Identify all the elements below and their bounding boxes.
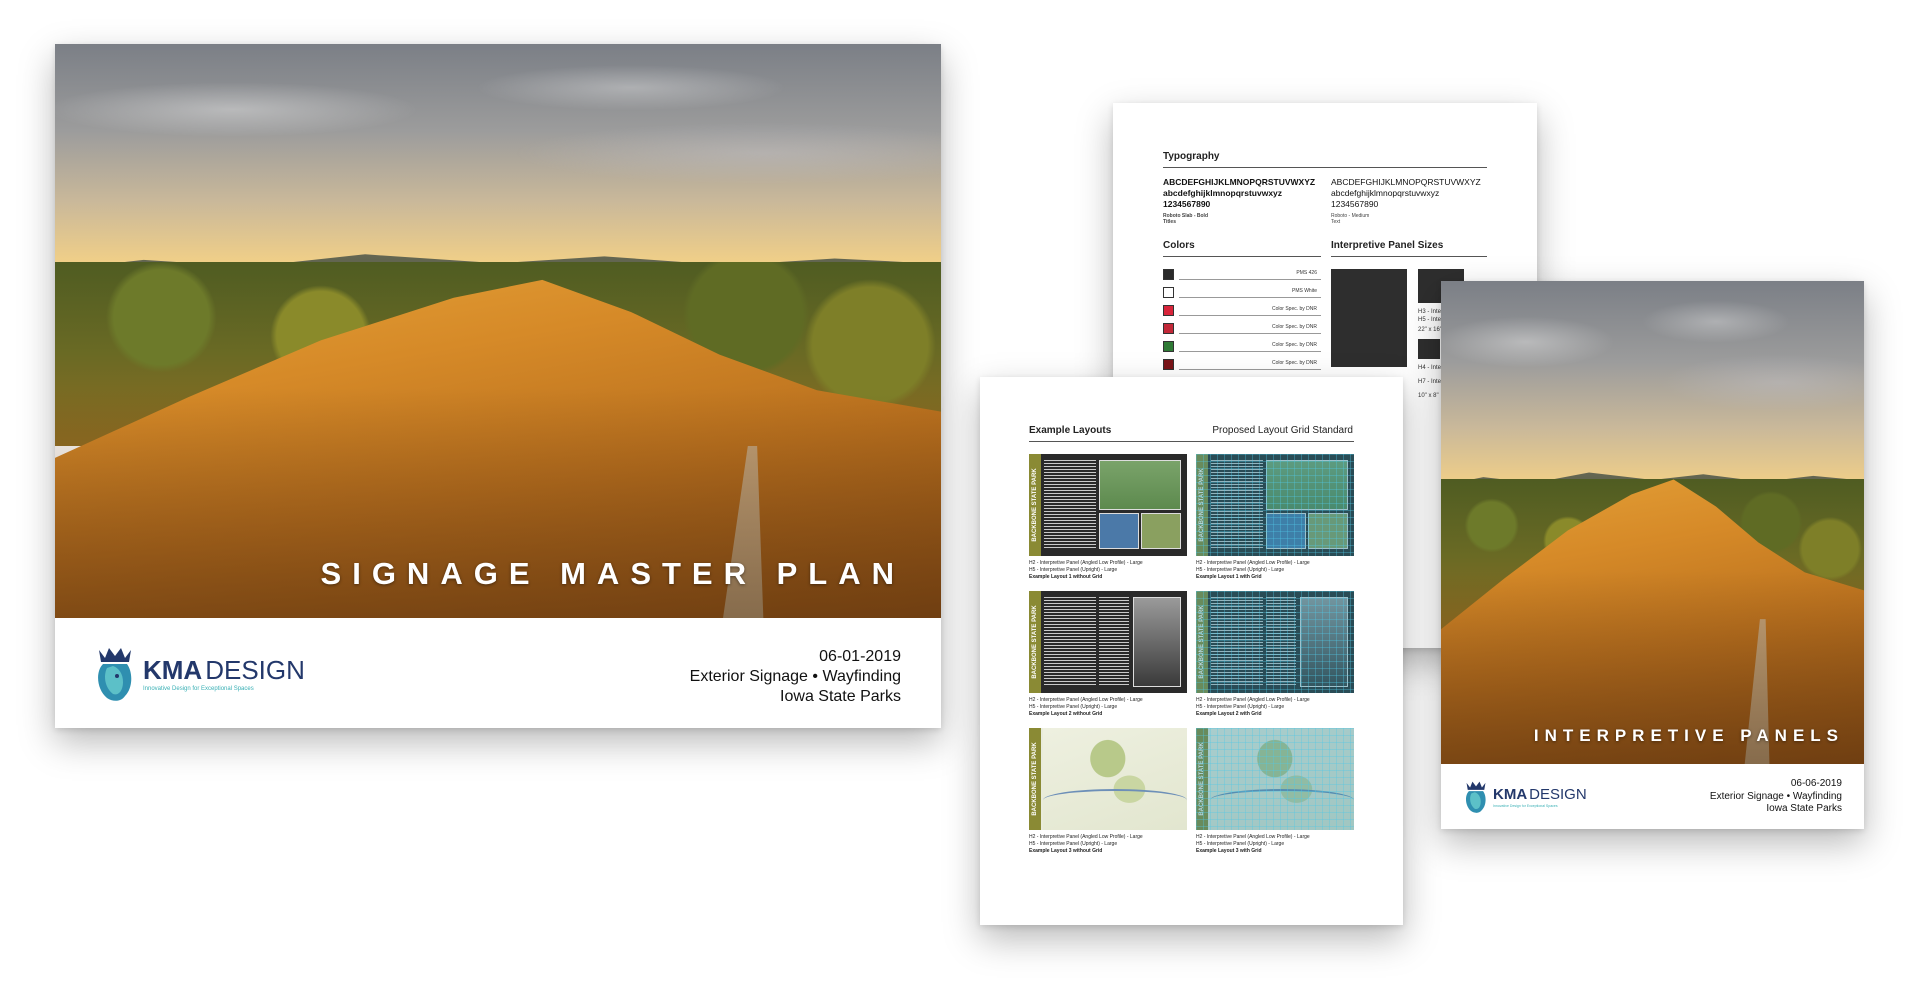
panels-meta: 06-06-2019 Exterior Signage • Wayfinding… <box>1710 778 1842 816</box>
signage-master-plan-cover: SIGNAGE MASTER PLAN KMA DESIGN Innovative… <box>55 44 941 728</box>
cover-landscape-photo <box>55 44 941 618</box>
color-row: Color Spec. by DNR <box>1163 305 1321 319</box>
cover-subtitle: Exterior Signage • Wayfinding <box>689 668 901 685</box>
panel-note: 22" x 16" <box>1418 327 1442 333</box>
colors-heading: Colors <box>1163 240 1195 251</box>
interpretive-panels-cover: INTERPRETIVE PANELS KMA DESIGN Innovative… <box>1441 281 1864 829</box>
lion-crown-icon <box>1465 781 1486 813</box>
layouts-heading: Example Layouts <box>1029 425 1112 436</box>
bird-photo <box>1099 460 1181 510</box>
layout-caption: H2 - Interpretive Panel (Angled Low Prof… <box>1029 834 1143 854</box>
layout-caption: H2 - Interpretive Panel (Angled Low Prof… <box>1029 560 1143 580</box>
bird-photo <box>1099 513 1139 549</box>
panels-client: Iowa State Parks <box>1766 803 1842 814</box>
logo-name-bold: KMA <box>1493 785 1528 803</box>
color-swatch <box>1163 269 1174 280</box>
logo-tagline: Innovative Design for Exceptional Spaces <box>143 685 254 692</box>
layout-thumb-6: BACKBONE STATE PARK <box>1196 728 1354 830</box>
font-sample-slab: ABCDEFGHIJKLMNOPQRSTUVWXYZ abcdefghijklm… <box>1163 177 1316 225</box>
cover-meta: 06-01-2019 Exterior Signage • Wayfinding… <box>690 647 901 707</box>
grid-overlay <box>1196 728 1354 830</box>
color-swatch <box>1163 323 1174 334</box>
layout-caption: H2 - Interpretive Panel (Angled Low Prof… <box>1196 697 1310 717</box>
color-swatch <box>1163 341 1174 352</box>
park-map <box>1043 728 1187 830</box>
logo-name-bold: KMA <box>143 654 203 685</box>
kma-logo: KMA DESIGN Innovative Design for Exceptio… <box>93 644 305 704</box>
panel-size-large <box>1331 269 1407 367</box>
layout-thumb-5: BACKBONE STATE PARK <box>1029 728 1187 830</box>
color-row: Color Spec. by DNR <box>1163 323 1321 337</box>
color-row: PMS White <box>1163 287 1321 301</box>
panel-size-small <box>1418 339 1440 359</box>
layout-caption: H2 - Interpretive Panel (Angled Low Prof… <box>1196 834 1310 854</box>
layout-thumb-1: BACKBONE STATE PARK <box>1029 454 1187 556</box>
example-layouts-page: Example Layouts Proposed Layout Grid Sta… <box>980 377 1403 925</box>
cover-title: SIGNAGE MASTER PLAN <box>320 556 905 591</box>
color-row: PMS 426 <box>1163 269 1321 283</box>
color-swatch <box>1163 359 1174 370</box>
cover-client: Iowa State Parks <box>780 688 901 705</box>
layouts-heading-right: Proposed Layout Grid Standard <box>1212 425 1353 436</box>
logo-name-light: DESIGN <box>1529 785 1587 803</box>
panel-note: 10" x 8" <box>1418 393 1439 399</box>
layout-caption: H2 - Interpretive Panel (Angled Low Prof… <box>1196 560 1310 580</box>
kma-logo: KMA DESIGN Innovative Design for Exceptio… <box>1463 779 1587 815</box>
color-swatch <box>1163 305 1174 316</box>
color-row: Color Spec. by DNR <box>1163 359 1321 373</box>
logo-name-light: DESIGN <box>205 654 305 685</box>
panels-subtitle: Exterior Signage • Wayfinding <box>1709 790 1842 802</box>
panel-sizes-heading: Interpretive Panel Sizes <box>1331 240 1444 251</box>
layout-caption: H2 - Interpretive Panel (Angled Low Prof… <box>1029 697 1143 717</box>
bird-photo <box>1141 513 1181 549</box>
panels-date: 06-06-2019 <box>1790 778 1842 789</box>
grid-overlay <box>1196 454 1354 556</box>
panels-landscape-photo <box>1441 281 1864 764</box>
layout-thumb-3: BACKBONE STATE PARK <box>1029 591 1187 693</box>
portrait-photo <box>1133 597 1181 687</box>
color-swatch <box>1163 287 1174 298</box>
grid-overlay <box>1196 591 1354 693</box>
color-row: Color Spec. by DNR <box>1163 341 1321 355</box>
font-sample-roboto: ABCDEFGHIJKLMNOPQRSTUVWXYZ abcdefghijklm… <box>1331 177 1481 225</box>
layout-thumb-4: BACKBONE STATE PARK <box>1196 591 1354 693</box>
cover-date: 06-01-2019 <box>819 648 901 665</box>
logo-tagline: Innovative Design for Exceptional Spaces <box>1493 803 1558 808</box>
panels-title: INTERPRETIVE PANELS <box>1533 726 1844 745</box>
lion-crown-icon <box>98 648 132 701</box>
layout-thumb-2: BACKBONE STATE PARK <box>1196 454 1354 556</box>
typography-heading: Typography <box>1163 151 1220 162</box>
